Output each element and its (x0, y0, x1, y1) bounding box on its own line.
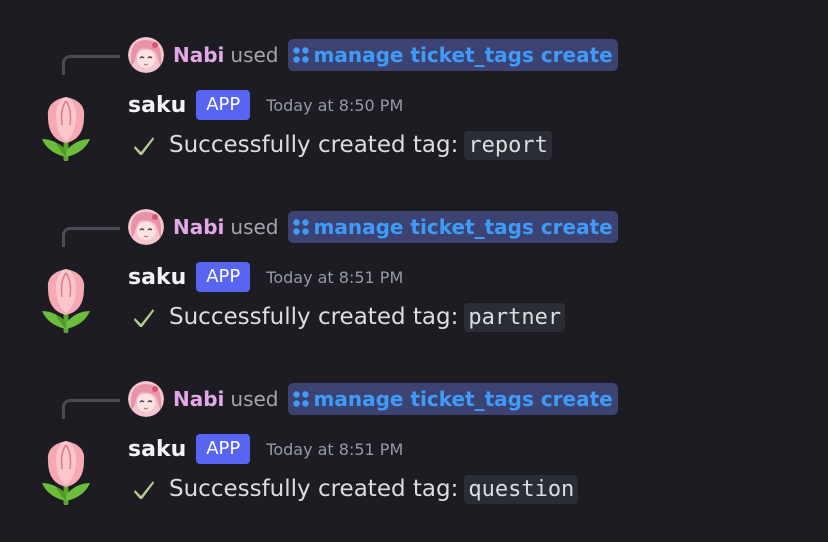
command-reply: Nabi used manage ticket_tags create (128, 37, 618, 73)
reply-spine (62, 399, 120, 419)
command-icon (292, 391, 309, 407)
app-badge: APP (196, 90, 251, 120)
command-mention[interactable]: manage ticket_tags create (287, 39, 618, 71)
author-username[interactable]: saku (128, 265, 186, 290)
tulip-avatar[interactable] (38, 439, 94, 506)
message-content: Successfully created tag: report (133, 127, 552, 163)
author-username[interactable]: saku (128, 437, 186, 462)
reply-avatar[interactable] (128, 381, 164, 417)
reply-used-text: used (230, 215, 279, 239)
message-timestamp[interactable]: Today at 8:51 PM (266, 268, 403, 287)
command-text: manage ticket_tags create (313, 387, 613, 411)
command-mention[interactable]: manage ticket_tags create (287, 211, 618, 243)
command-text: manage ticket_tags create (313, 215, 613, 239)
command-icon (292, 219, 309, 235)
command-mention[interactable]: manage ticket_tags create (287, 383, 618, 415)
reply-avatar[interactable] (128, 37, 164, 73)
author-username[interactable]: saku (128, 93, 186, 118)
message-timestamp[interactable]: Today at 8:51 PM (266, 440, 403, 459)
reply-spine (62, 227, 120, 247)
tulip-avatar[interactable] (38, 95, 94, 162)
tag-code: question (464, 474, 579, 504)
message-header: saku APP Today at 8:51 PM (128, 261, 403, 293)
check-mark-icon (134, 309, 154, 327)
tulip-avatar[interactable] (38, 267, 94, 334)
app-badge: APP (196, 262, 251, 292)
chat-log: Nabi used manage ticket_tags create saku… (0, 0, 828, 542)
message: Nabi used manage ticket_tags create saku… (0, 0, 828, 172)
reply-spine (62, 55, 120, 75)
message-header: saku APP Today at 8:50 PM (128, 89, 403, 121)
message-text: Successfully created tag: (169, 476, 459, 502)
command-text: manage ticket_tags create (313, 43, 613, 67)
reply-username[interactable]: Nabi (173, 43, 224, 67)
message: Nabi used manage ticket_tags create saku… (0, 172, 828, 344)
app-badge: APP (196, 434, 251, 464)
reply-username[interactable]: Nabi (173, 215, 224, 239)
message-timestamp[interactable]: Today at 8:50 PM (266, 96, 403, 115)
message-text: Successfully created tag: (169, 132, 459, 158)
message-content: Successfully created tag: partner (133, 299, 566, 335)
tag-code: report (464, 130, 552, 160)
reply-used-text: used (230, 43, 279, 67)
reply-username[interactable]: Nabi (173, 387, 224, 411)
command-reply: Nabi used manage ticket_tags create (128, 209, 618, 245)
message-text: Successfully created tag: (169, 304, 459, 330)
check-mark-icon (134, 481, 154, 499)
reply-avatar[interactable] (128, 209, 164, 245)
command-reply: Nabi used manage ticket_tags create (128, 381, 618, 417)
reply-used-text: used (230, 387, 279, 411)
message-content: Successfully created tag: question (133, 471, 579, 507)
check-mark-icon (134, 137, 154, 155)
message-header: saku APP Today at 8:51 PM (128, 433, 403, 465)
command-icon (292, 47, 309, 63)
tag-code: partner (464, 302, 566, 332)
message: Nabi used manage ticket_tags create saku… (0, 344, 828, 516)
